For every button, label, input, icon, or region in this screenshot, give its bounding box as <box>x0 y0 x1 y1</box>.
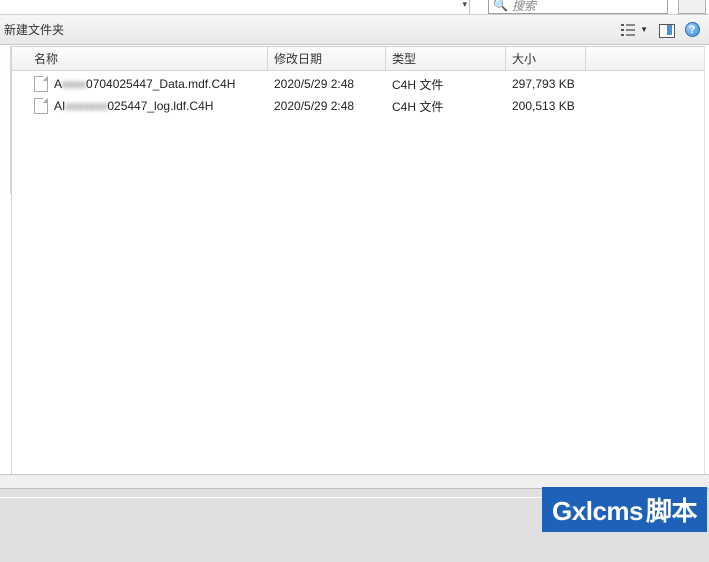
view-list-icon <box>621 23 637 37</box>
preview-pane-icon <box>659 24 673 36</box>
filename-suffix: 025447_log.ldf.C4H <box>107 99 213 113</box>
cell-type: C4H 文件 <box>386 76 506 93</box>
search-input[interactable]: 🔍 搜索 <box>488 0 668 14</box>
new-folder-button[interactable]: 新建文件夹 <box>4 21 64 38</box>
file-rows: Axxxx0704025447_Data.mdf.C4H 2020/5/29 2… <box>12 71 704 117</box>
column-header-modified[interactable]: 修改日期 <box>268 47 386 70</box>
file-icon <box>34 98 48 114</box>
column-header-row: 名称 修改日期 类型 大小 <box>12 47 704 71</box>
filename-suffix: 0704025447_Data.mdf.C4H <box>86 77 235 91</box>
column-header-name[interactable]: 名称 <box>12 47 268 70</box>
chevron-down-icon: ▼ <box>640 25 648 34</box>
column-header-extra[interactable] <box>586 47 704 70</box>
address-dropdown-icon[interactable]: ▾ <box>462 0 467 10</box>
help-icon: ? <box>685 22 700 37</box>
address-search-strip: ▾ 🔍 搜索 <box>0 0 709 15</box>
cell-modified: 2020/5/29 2:48 <box>268 99 386 113</box>
view-mode-button[interactable]: ▼ <box>618 19 651 41</box>
file-list-pane: 名称 修改日期 类型 大小 Axxxx0704025447_Data.mdf.C… <box>11 46 705 474</box>
search-icon: 🔍 <box>493 0 508 12</box>
search-placeholder-text: 搜索 <box>512 0 536 14</box>
column-header-size[interactable]: 大小 <box>506 47 586 70</box>
watermark-logo: Gxlcms脚本 <box>542 487 707 532</box>
cell-name: Axxxx0704025447_Data.mdf.C4H <box>12 76 268 92</box>
filename-obscured: xxxxxxx <box>65 99 107 113</box>
cell-size: 297,793 KB <box>506 77 586 91</box>
cell-type: C4H 文件 <box>386 98 506 115</box>
table-row[interactable]: Axxxx0704025447_Data.mdf.C4H 2020/5/29 2… <box>12 73 704 95</box>
nav-button-fragment[interactable] <box>678 0 706 14</box>
table-row[interactable]: AIxxxxxxx025447_log.ldf.C4H 2020/5/29 2:… <box>12 95 704 117</box>
filename-prefix: AI <box>54 99 65 113</box>
help-button[interactable]: ? <box>681 19 703 41</box>
cell-size: 200,513 KB <box>506 99 586 113</box>
filename-prefix: A <box>54 77 62 91</box>
preview-pane-button[interactable] <box>655 19 677 41</box>
watermark-brand-cn: 脚本 <box>646 491 697 528</box>
horizontal-scrollbar[interactable] <box>0 474 709 488</box>
cell-name: AIxxxxxxx025447_log.ldf.C4H <box>12 98 268 114</box>
filename-obscured: xxxx <box>62 77 86 91</box>
file-icon <box>34 76 48 92</box>
cell-modified: 2020/5/29 2:48 <box>268 77 386 91</box>
column-header-type[interactable]: 类型 <box>386 47 506 70</box>
left-pane-fragment <box>0 46 11 194</box>
explorer-toolbar: 新建文件夹 ▼ ? <box>0 15 709 45</box>
address-bar-fragment[interactable]: ▾ <box>0 0 470 14</box>
watermark-brand-en: Gxlcms <box>552 496 643 527</box>
